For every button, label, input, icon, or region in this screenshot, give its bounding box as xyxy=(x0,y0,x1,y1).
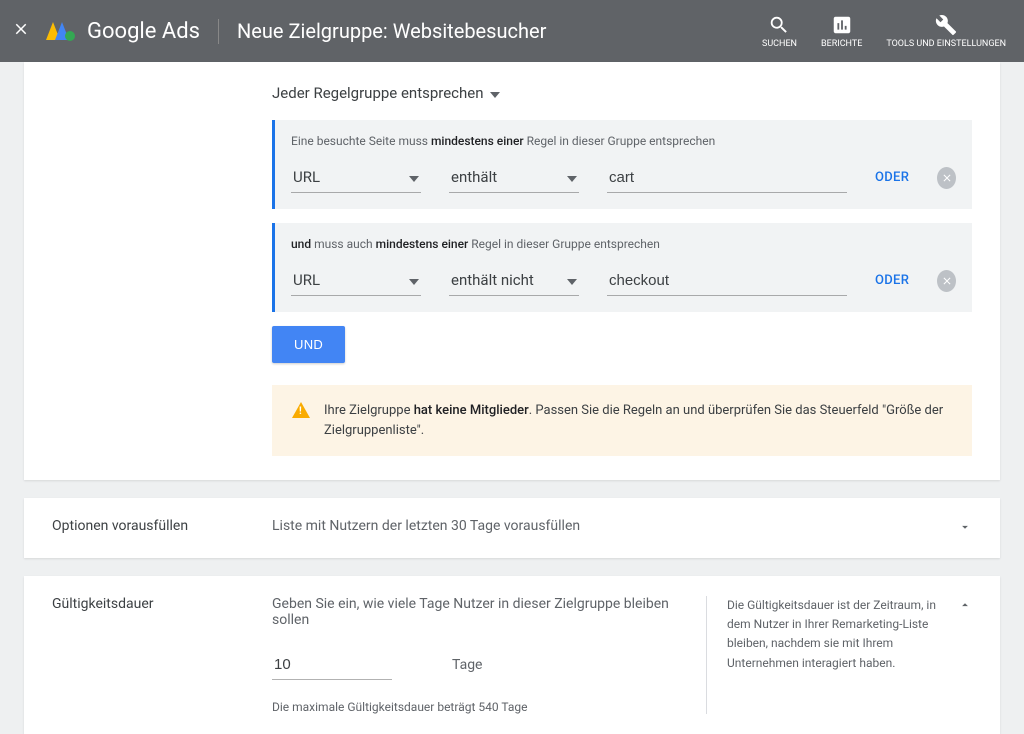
remove-rule-button[interactable] xyxy=(937,167,956,189)
brand-name: Google Ads xyxy=(87,19,219,44)
rule-group: Eine besuchte Seite muss mindestens eine… xyxy=(272,120,972,209)
validity-panel: Gültigkeitsdauer Geben Sie ein, wie viel… xyxy=(24,576,1000,734)
match-mode-label: Jeder Regelgruppe entsprechen xyxy=(272,84,484,102)
search-icon xyxy=(768,14,790,36)
tools-icon xyxy=(935,14,957,36)
validity-note: Die maximale Gültigkeitsdauer beträgt 54… xyxy=(272,700,678,714)
and-button[interactable]: UND xyxy=(272,326,345,363)
chevron-down-icon xyxy=(958,520,972,534)
validity-help-text: Die Gültigkeitsdauer ist der Zeitraum, i… xyxy=(706,596,946,714)
validity-prompt: Geben Sie ein, wie viele Tage Nutzer in … xyxy=(272,596,678,628)
rule-hint: und muss auch mindestens einer Regel in … xyxy=(291,237,956,251)
close-icon xyxy=(941,172,953,184)
rule-field-select[interactable]: URL xyxy=(291,265,421,296)
warning-text: Ihre Zielgruppe hat keine Mitglieder. Pa… xyxy=(324,401,952,440)
collapse-validity-button[interactable] xyxy=(958,598,972,616)
prefill-panel: Optionen vorausfüllen Liste mit Nutzern … xyxy=(24,498,1000,558)
or-button[interactable]: ODER xyxy=(875,170,909,185)
warning-icon xyxy=(292,402,310,418)
remove-rule-button[interactable] xyxy=(937,270,956,292)
reports-label: BERICHTE xyxy=(821,39,862,49)
rule-value-input[interactable] xyxy=(607,163,847,193)
validity-label: Gültigkeitsdauer xyxy=(52,596,272,612)
match-mode-selector[interactable]: Jeder Regelgruppe entsprechen xyxy=(272,84,500,102)
warning-banner: Ihre Zielgruppe hat keine Mitglieder. Pa… xyxy=(272,385,972,456)
rules-panel: Jeder Regelgruppe entsprechen Eine besuc… xyxy=(24,62,1000,480)
tools-button[interactable]: TOOLS UND EINSTELLUNGEN xyxy=(886,14,1006,49)
rule-value-input[interactable] xyxy=(607,266,847,296)
validity-days-input[interactable] xyxy=(272,650,392,680)
rule-hint: Eine besuchte Seite muss mindestens eine… xyxy=(291,134,956,148)
rule-operator-select[interactable]: enthält nicht xyxy=(449,265,579,296)
rule-operator-select[interactable]: enthält xyxy=(449,162,579,193)
page-title: Neue Zielgruppe: Websitebesucher xyxy=(237,19,762,43)
reports-icon xyxy=(831,14,853,36)
search-button[interactable]: SUCHEN xyxy=(762,14,797,49)
top-bar: Google Ads Neue Zielgruppe: Websitebesuc… xyxy=(0,0,1024,62)
validity-unit: Tage xyxy=(452,657,482,673)
rule-field-select[interactable]: URL xyxy=(291,162,421,193)
close-icon[interactable] xyxy=(12,20,30,42)
search-label: SUCHEN xyxy=(762,39,797,49)
prefill-label: Optionen vorausfüllen xyxy=(52,518,272,534)
top-actions: SUCHEN BERICHTE TOOLS UND EINSTELLUNGEN xyxy=(762,14,1006,49)
close-icon xyxy=(941,275,953,287)
reports-button[interactable]: BERICHTE xyxy=(821,14,862,49)
chevron-up-icon xyxy=(958,598,972,612)
expand-prefill-button[interactable] xyxy=(958,520,972,538)
chevron-down-icon xyxy=(490,84,500,102)
tools-label: TOOLS UND EINSTELLUNGEN xyxy=(886,39,1006,49)
rule-group: und muss auch mindestens einer Regel in … xyxy=(272,223,972,312)
prefill-value: Liste mit Nutzern der letzten 30 Tage vo… xyxy=(272,518,946,534)
google-ads-logo-icon xyxy=(46,21,75,41)
or-button[interactable]: ODER xyxy=(875,273,909,288)
